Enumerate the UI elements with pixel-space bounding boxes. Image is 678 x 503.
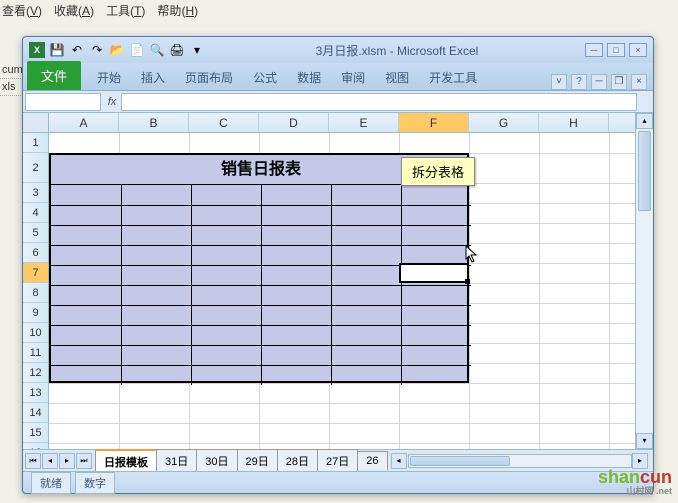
excel-window: X 💾 ↶ ↷ 📂 📄 🔍 🖨 ▾ 3月日报.xlsm - Microsoft … <box>22 36 654 494</box>
hscroll-thumb[interactable] <box>410 456 510 466</box>
select-all-corner[interactable] <box>23 113 49 132</box>
maximize-button[interactable]: □ <box>607 43 625 57</box>
row-header-4[interactable]: 4 <box>23 203 48 223</box>
minimize-button[interactable]: ─ <box>585 43 603 57</box>
sheet-nav-last[interactable]: ⏭ <box>76 453 92 469</box>
column-headers: A B C D E F G H <box>23 113 635 133</box>
sheet-nav-first[interactable]: ⏮ <box>25 453 41 469</box>
undo-icon[interactable]: ↶ <box>69 42 85 58</box>
data-table: 销售日报表 <box>49 153 469 383</box>
col-header-c[interactable]: C <box>189 113 259 132</box>
row-header-13[interactable]: 13 <box>23 383 48 403</box>
tab-review[interactable]: 审阅 <box>331 64 375 90</box>
status-ready: 就绪 <box>31 472 71 494</box>
formula-bar: fx <box>23 91 653 113</box>
row-header-7[interactable]: 7 <box>23 263 48 283</box>
col-header-h[interactable]: H <box>539 113 609 132</box>
sheet-tab-30[interactable]: 30日 <box>196 449 237 472</box>
tab-home[interactable]: 开始 <box>87 64 131 90</box>
new-icon[interactable]: 📄 <box>129 42 145 58</box>
row-header-9[interactable]: 9 <box>23 303 48 323</box>
sheet-tab-28[interactable]: 28日 <box>277 449 318 472</box>
name-box[interactable] <box>25 93 101 111</box>
print-icon[interactable]: 🖨 <box>169 42 185 58</box>
row-header-6[interactable]: 6 <box>23 243 48 263</box>
status-bar: 就绪 数字 <box>23 471 653 493</box>
row-header-8[interactable]: 8 <box>23 283 48 303</box>
tab-insert[interactable]: 插入 <box>131 64 175 90</box>
doc-restore-button[interactable]: ❐ <box>611 74 627 90</box>
quick-access-toolbar: X 💾 ↶ ↷ 📂 📄 🔍 🖨 ▾ 3月日报.xlsm - Microsoft … <box>23 37 653 63</box>
row-header-3[interactable]: 3 <box>23 183 48 203</box>
sheet-tab-27[interactable]: 27日 <box>317 449 358 472</box>
col-header-a[interactable]: A <box>49 113 119 132</box>
fx-icon[interactable]: fx <box>103 96 121 108</box>
doc-minimize-button[interactable]: ─ <box>591 74 607 90</box>
row-header-12[interactable]: 12 <box>23 363 48 383</box>
ribbon-tabs: 文件 开始 插入 页面布局 公式 数据 审阅 视图 开发工具 ˅ ? ─ ❐ × <box>23 63 653 91</box>
row-header-5[interactable]: 5 <box>23 223 48 243</box>
formula-input[interactable] <box>121 93 637 111</box>
scroll-left-button[interactable]: ◂ <box>391 453 407 469</box>
tab-view[interactable]: 视图 <box>375 64 419 90</box>
row-header-10[interactable]: 10 <box>23 323 48 343</box>
scroll-down-button[interactable]: ▾ <box>636 433 653 449</box>
background-menubar: 查看(V) 收藏(A) 工具(T) 帮助(H) <box>2 2 198 19</box>
sheet-tab-31[interactable]: 31日 <box>156 449 197 472</box>
row-header-2[interactable]: 2 <box>23 153 48 183</box>
vertical-scrollbar[interactable]: ▴ ▾ <box>635 113 653 449</box>
col-header-g[interactable]: G <box>469 113 539 132</box>
row-header-11[interactable]: 11 <box>23 343 48 363</box>
tab-data[interactable]: 数据 <box>287 64 331 90</box>
col-header-f[interactable]: F <box>399 113 469 132</box>
row-header-16[interactable]: 16 <box>23 443 48 449</box>
tab-formulas[interactable]: 公式 <box>243 64 287 90</box>
row-header-15[interactable]: 15 <box>23 423 48 443</box>
tab-developer[interactable]: 开发工具 <box>419 64 487 90</box>
qat-more-icon[interactable]: ▾ <box>189 42 205 58</box>
row-headers: 1 2 3 4 5 6 7 8 9 10 11 12 13 14 15 16 1 <box>23 133 49 449</box>
close-button[interactable]: × <box>629 43 647 57</box>
sheet-tab-template[interactable]: 日报模板 <box>95 449 157 473</box>
file-tab[interactable]: 文件 <box>27 61 81 90</box>
print-preview-icon[interactable]: 🔍 <box>149 42 165 58</box>
ribbon-minimize-icon[interactable]: ˅ <box>551 74 567 90</box>
col-header-d[interactable]: D <box>259 113 329 132</box>
open-icon[interactable]: 📂 <box>109 42 125 58</box>
redo-icon[interactable]: ↷ <box>89 42 105 58</box>
help-icon[interactable]: ? <box>571 74 587 90</box>
doc-close-button[interactable]: × <box>631 74 647 90</box>
scroll-up-button[interactable]: ▴ <box>636 113 653 129</box>
col-header-b[interactable]: B <box>119 113 189 132</box>
bg-menu-tools[interactable]: 工具(T) <box>106 2 145 19</box>
sheet-tab-29[interactable]: 29日 <box>237 449 278 472</box>
tab-pagelayout[interactable]: 页面布局 <box>175 64 243 90</box>
bg-menu-fav[interactable]: 收藏(A) <box>54 2 94 19</box>
status-mode: 数字 <box>75 472 115 494</box>
worksheet-grid: A B C D E F G H 1 2 3 4 5 6 7 8 <box>23 113 653 449</box>
col-header-e[interactable]: E <box>329 113 399 132</box>
sheet-tab-26[interactable]: 26 <box>357 451 387 470</box>
scroll-right-button[interactable]: ▸ <box>632 453 648 469</box>
horizontal-scrollbar[interactable]: ◂ ▸ <box>391 453 650 469</box>
save-icon[interactable]: 💾 <box>49 42 65 58</box>
sheet-tab-bar: ⏮ ◂ ▸ ⏭ 日报模板 31日 30日 29日 28日 27日 26 ◂ ▸ <box>23 449 653 471</box>
row-header-14[interactable]: 14 <box>23 403 48 423</box>
cells-area[interactable]: 销售日报表 <box>49 133 635 449</box>
bg-menu-help[interactable]: 帮助(H) <box>157 2 198 19</box>
vscroll-thumb[interactable] <box>638 131 651 211</box>
sheet-nav-prev[interactable]: ◂ <box>42 453 58 469</box>
row-header-1[interactable]: 1 <box>23 133 48 153</box>
bg-menu-view[interactable]: 查看(V) <box>2 2 42 19</box>
split-table-button[interactable]: 拆分表格 <box>401 157 475 186</box>
window-title: 3月日报.xlsm - Microsoft Excel <box>209 42 585 59</box>
sheet-nav-next[interactable]: ▸ <box>59 453 75 469</box>
excel-icon[interactable]: X <box>29 42 45 58</box>
